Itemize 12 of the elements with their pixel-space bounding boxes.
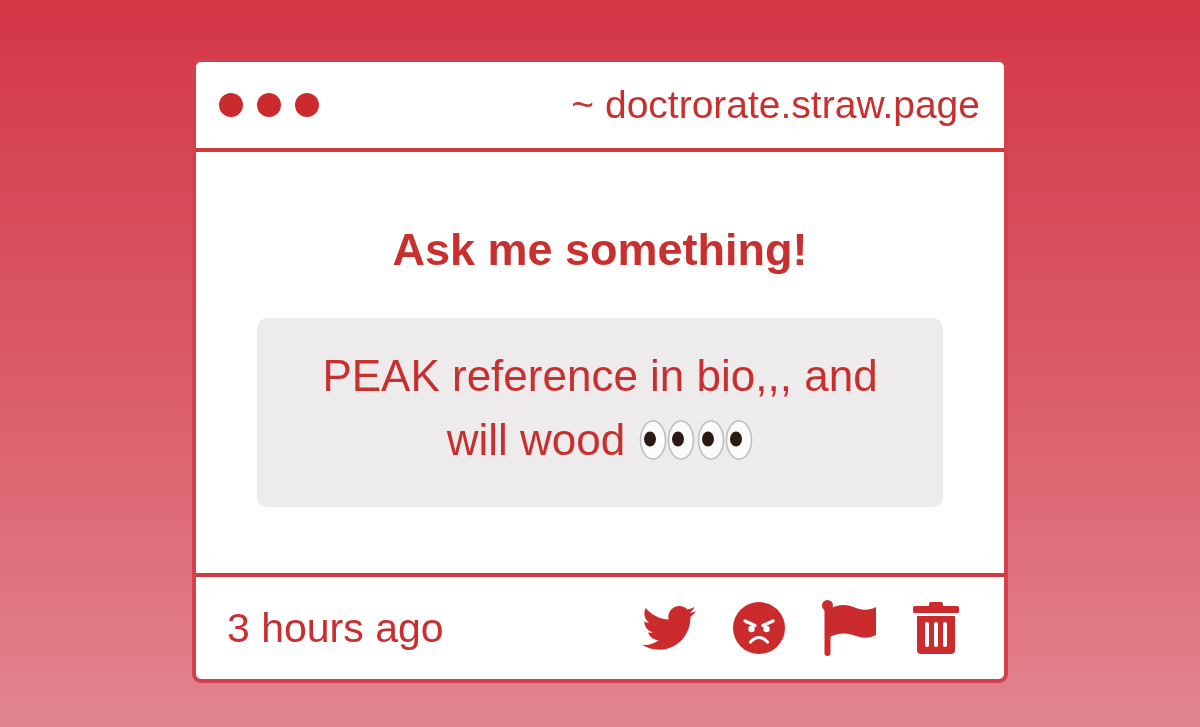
page-address: ~ doctrorate.straw.page [571, 82, 980, 128]
eyes-icon [697, 420, 754, 460]
flag-icon[interactable] [822, 600, 876, 656]
question-text: PEAK reference in bio,,, and [322, 350, 878, 402]
post-time: 3 hours ago [227, 604, 444, 652]
angry-face-icon[interactable] [733, 602, 785, 654]
prompt-title: Ask me something! [392, 226, 808, 274]
trash-icon[interactable] [913, 602, 959, 654]
question-text: will wood [446, 414, 626, 466]
twitter-bird-icon[interactable] [642, 606, 696, 650]
window-dots-icon [219, 93, 319, 117]
eyes-icon [639, 420, 696, 460]
